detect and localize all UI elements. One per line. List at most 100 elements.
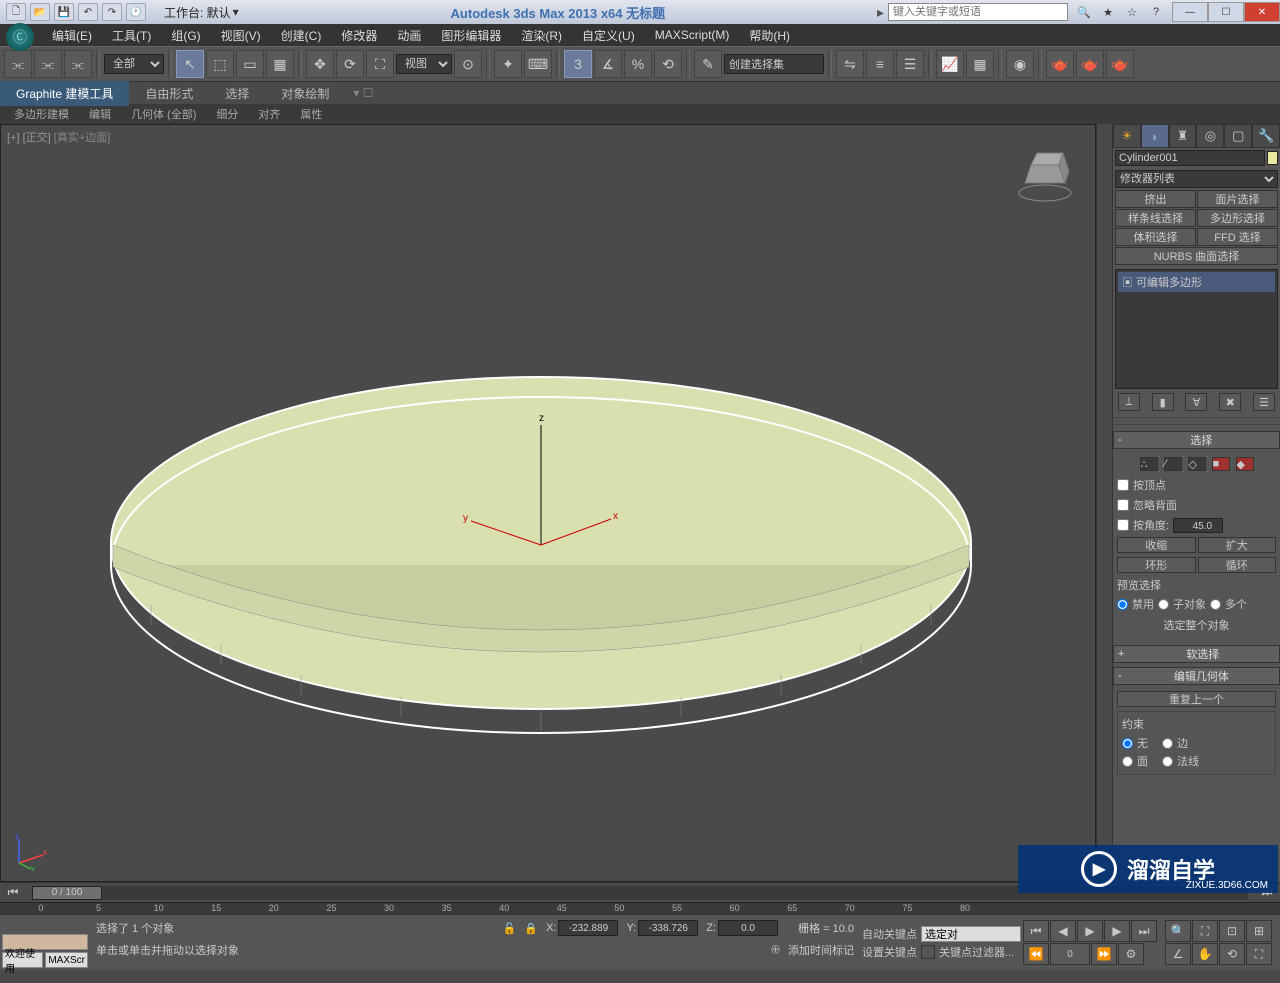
prev-key-icon[interactable]: ⏪ [1023, 943, 1049, 965]
mod-extrude[interactable]: 挤出 [1115, 190, 1196, 208]
ref-coord-system[interactable]: 视图 [396, 54, 452, 74]
mod-vol-select[interactable]: 体积选择 [1115, 228, 1196, 246]
mod-poly-select[interactable]: 多边形选择 [1197, 209, 1278, 227]
object-name-input[interactable] [1115, 150, 1265, 166]
grow-button[interactable]: 扩大 [1198, 537, 1277, 553]
rollout-selection-header[interactable]: -选择 [1113, 431, 1280, 449]
maxscript-label[interactable]: MAXScr [45, 952, 88, 968]
vertex-mode-icon[interactable]: ∴ [1140, 457, 1158, 471]
fov-icon[interactable]: ∠ [1165, 943, 1191, 965]
menu-create[interactable]: 创建(C) [271, 24, 332, 47]
unique-icon[interactable]: ∀ [1185, 393, 1207, 411]
constraint-none-radio[interactable] [1122, 738, 1133, 749]
qat-new-icon[interactable]: 🗋 [6, 3, 26, 21]
maximize-viewport-icon[interactable]: ⛶ [1246, 943, 1272, 965]
edit-named-sel-icon[interactable]: ✎ [694, 50, 722, 78]
menu-graph-editors[interactable]: 图形编辑器 [431, 24, 511, 47]
edge-mode-icon[interactable]: ∕ [1164, 457, 1182, 471]
sub-edit[interactable]: 编辑 [81, 104, 119, 124]
tag-icon[interactable]: 🕀 [771, 944, 780, 957]
zoom-extents-all-icon[interactable]: ⊞ [1246, 920, 1272, 942]
frame-input[interactable]: 0 [1050, 943, 1090, 965]
select-region-icon[interactable]: ▭ [236, 50, 264, 78]
pivot-icon[interactable]: ⊙ [454, 50, 482, 78]
menu-modifiers[interactable]: 修改器 [331, 24, 387, 47]
constraint-face-radio[interactable] [1122, 756, 1133, 767]
orbit-icon[interactable]: ⟲ [1219, 943, 1245, 965]
border-mode-icon[interactable]: ◇ [1188, 457, 1206, 471]
sub-geometry[interactable]: 几何体 (全部) [123, 104, 204, 124]
utilities-tab-icon[interactable]: 🔧 [1252, 124, 1280, 148]
align-icon[interactable]: ≡ [866, 50, 894, 78]
bind-icon[interactable]: ⫘ [64, 50, 92, 78]
named-selection-set[interactable] [724, 54, 824, 74]
modifier-list-dropdown[interactable]: 修改器列表 [1115, 170, 1278, 188]
loop-button[interactable]: 循环 [1198, 557, 1277, 573]
polygon-mode-icon[interactable]: ■ [1212, 457, 1230, 471]
ignore-back-checkbox[interactable] [1117, 499, 1129, 511]
render-setup-icon[interactable]: 🫖 [1046, 50, 1074, 78]
shrink-button[interactable]: 收缩 [1117, 537, 1196, 553]
repeat-last-button[interactable]: 重复上一个 [1117, 691, 1276, 707]
preview-off-radio[interactable] [1117, 599, 1128, 610]
curve-editor-icon[interactable]: 📈 [936, 50, 964, 78]
qat-history-icon[interactable]: 🕐 [126, 3, 146, 21]
layers-icon[interactable]: ☰ [896, 50, 924, 78]
create-tab-icon[interactable]: ☀ [1113, 124, 1141, 148]
qat-save-icon[interactable]: 💾 [54, 3, 74, 21]
viewport-scrollbar[interactable] [1096, 124, 1112, 882]
preview-sub-radio[interactable] [1158, 599, 1169, 610]
modifier-stack[interactable]: ▣ 可编辑多边形 [1115, 269, 1278, 389]
goto-end-icon[interactable]: ⏭ [1131, 920, 1157, 942]
menu-group[interactable]: 组(G) [161, 24, 210, 47]
angle-snap-icon[interactable]: ∡ [594, 50, 622, 78]
star-icon[interactable]: ★ [1098, 3, 1118, 21]
tab-freeform[interactable]: 自由形式 [129, 81, 209, 106]
by-vertex-checkbox[interactable] [1117, 479, 1129, 491]
link-icon[interactable]: ⫘ [4, 50, 32, 78]
selection-filter[interactable]: 全部 [104, 54, 164, 74]
configure-icon[interactable]: ☰ [1253, 393, 1275, 411]
qat-redo-icon[interactable]: ↷ [102, 3, 122, 21]
hierarchy-tab-icon[interactable]: ♜ [1169, 124, 1197, 148]
z-coord-input[interactable] [718, 920, 778, 936]
ribbon-expand-icon[interactable]: ▾ ☐ [353, 86, 373, 100]
close-button[interactable]: ✕ [1244, 2, 1280, 22]
preview-multi-radio[interactable] [1210, 599, 1221, 610]
menu-views[interactable]: 视图(V) [211, 24, 271, 47]
minimize-button[interactable]: — [1172, 2, 1208, 22]
set-key-button[interactable]: 设置关键点 [862, 944, 917, 960]
menu-customize[interactable]: 自定义(U) [572, 24, 645, 47]
sub-poly-model[interactable]: 多边形建模 [6, 104, 77, 124]
help-icon[interactable]: ? [1146, 3, 1166, 21]
time-config-icon[interactable]: ⏮ [4, 884, 22, 902]
mirror-icon[interactable]: ⇋ [836, 50, 864, 78]
qat-undo-icon[interactable]: ↶ [78, 3, 98, 21]
mod-patch-select[interactable]: 面片选择 [1197, 190, 1278, 208]
by-angle-checkbox[interactable] [1117, 519, 1129, 531]
time-ruler[interactable]: 0 5 10 15 20 25 30 35 40 45 50 55 60 65 … [0, 902, 1280, 914]
rollout-edit-geo-header[interactable]: -编辑几何体 [1113, 667, 1280, 685]
zoom-icon[interactable]: 🔍 [1165, 920, 1191, 942]
window-crossing-icon[interactable]: ▦ [266, 50, 294, 78]
keyboard-icon[interactable]: ⌨ [524, 50, 552, 78]
tab-selection[interactable]: 选择 [209, 81, 265, 106]
move-icon[interactable]: ✥ [306, 50, 334, 78]
qat-open-icon[interactable]: 📂 [30, 3, 50, 21]
lock-icon[interactable]: 🔓 [503, 922, 517, 935]
sub-properties[interactable]: 属性 [292, 104, 330, 124]
remove-mod-icon[interactable]: ✖ [1219, 393, 1241, 411]
object-color-swatch[interactable] [1267, 151, 1278, 165]
motion-tab-icon[interactable]: ◎ [1196, 124, 1224, 148]
auto-key-button[interactable]: 自动关键点 [862, 926, 917, 942]
ring-button[interactable]: 环形 [1117, 557, 1196, 573]
tab-object-paint[interactable]: 对象绘制 [265, 81, 345, 106]
viewport[interactable]: [+] [正交] [真实+边面] z [0, 124, 1096, 882]
key-mode-dropdown[interactable]: 选定对 [921, 926, 1021, 942]
show-end-icon[interactable]: ▮ [1152, 393, 1174, 411]
material-editor-icon[interactable]: ◉ [1006, 50, 1034, 78]
display-tab-icon[interactable]: ▢ [1224, 124, 1252, 148]
favorite-icon[interactable]: ☆ [1122, 3, 1142, 21]
scale-icon[interactable]: ⛶ [366, 50, 394, 78]
x-coord-input[interactable] [558, 920, 618, 936]
